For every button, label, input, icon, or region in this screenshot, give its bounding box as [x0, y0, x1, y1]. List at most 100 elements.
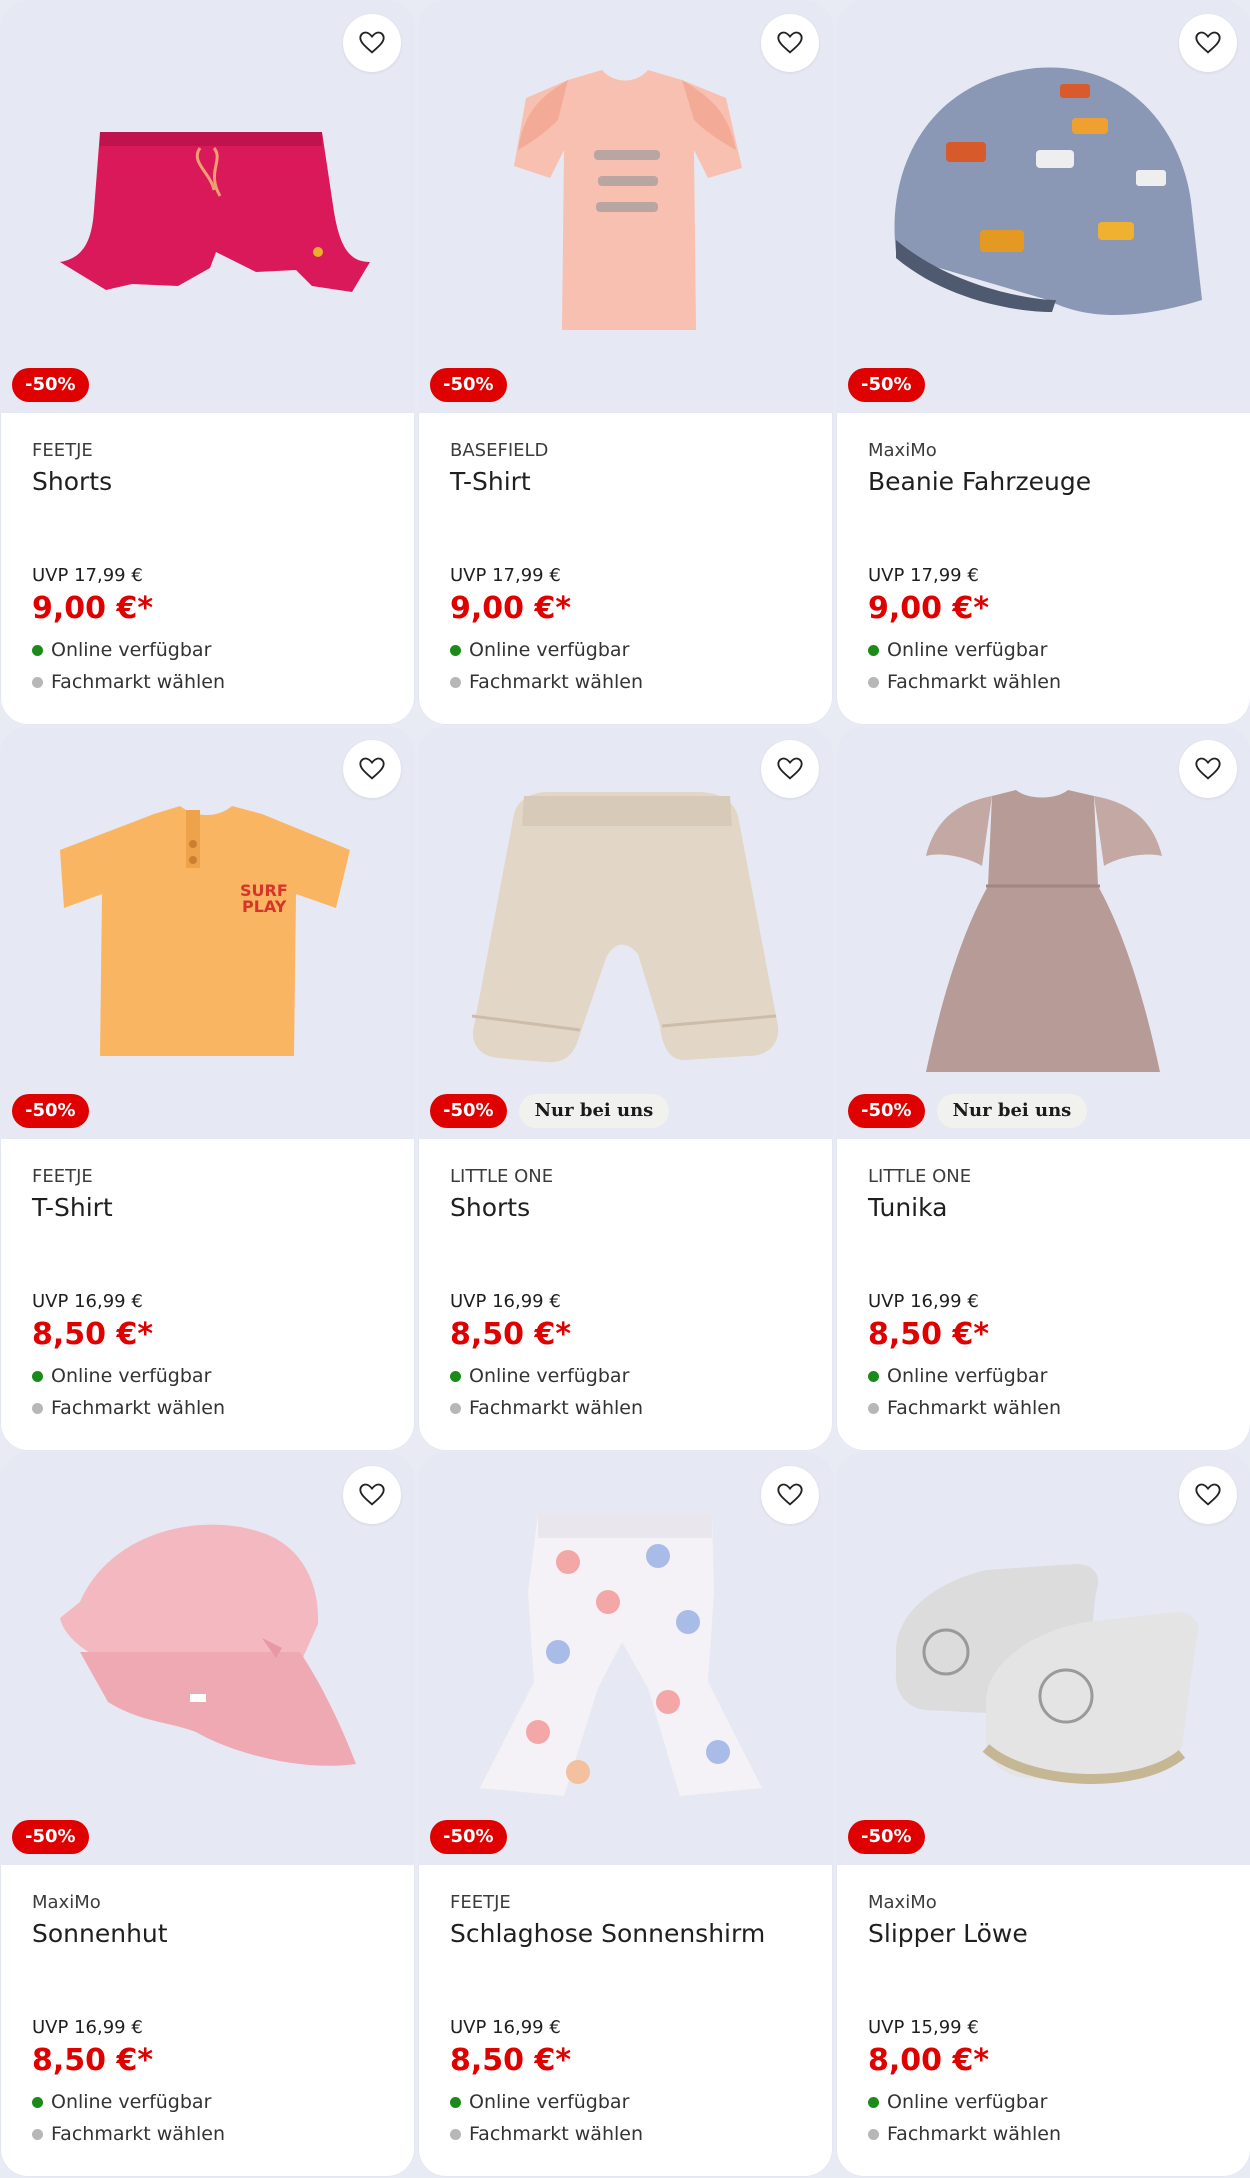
store-select-link[interactable]: Fachmarkt wählen: [32, 2123, 225, 2145]
product-brand: FEETJE: [32, 1166, 93, 1187]
online-availability: Online verfügbar: [868, 639, 1047, 661]
store-select-label[interactable]: Fachmarkt wählen: [469, 2123, 643, 2145]
product-title[interactable]: Shorts: [32, 467, 112, 496]
wishlist-button[interactable]: [761, 740, 819, 798]
product-brand: BASEFIELD: [450, 440, 549, 461]
store-select-label[interactable]: Fachmarkt wählen: [469, 671, 643, 693]
product-uvp: UVP 17,99 €: [32, 565, 143, 586]
store-select-link[interactable]: Fachmarkt wählen: [450, 2123, 643, 2145]
store-select-label[interactable]: Fachmarkt wählen: [469, 1397, 643, 1419]
product-card[interactable]: -50% MaxiMo Slipper Löwe UVP 15,99 € 8,0…: [836, 1452, 1250, 2177]
product-image[interactable]: SURF PLAY -50%: [0, 726, 415, 1139]
heart-outline-icon: [1195, 31, 1221, 54]
green-dot-icon: [868, 2096, 879, 2108]
wishlist-button[interactable]: [1179, 1466, 1237, 1524]
store-select-label[interactable]: Fachmarkt wählen: [51, 1397, 225, 1419]
product-uvp: UVP 17,99 €: [868, 565, 979, 586]
store-select-label[interactable]: Fachmarkt wählen: [51, 2123, 225, 2145]
discount-badge: -50%: [848, 368, 925, 402]
product-uvp: UVP 16,99 €: [32, 1291, 143, 1312]
exclusive-badge: Nur bei uns: [936, 1094, 1088, 1128]
wishlist-button[interactable]: [1179, 740, 1237, 798]
product-title[interactable]: Beanie Fahrzeuge: [868, 467, 1091, 496]
product-price: 9,00 €*: [868, 591, 990, 626]
product-card[interactable]: -50% MaxiMo Sonnenhut UVP 16,99 € 8,50 €…: [0, 1452, 415, 2177]
online-availability-label: Online verfügbar: [887, 639, 1048, 661]
wishlist-button[interactable]: [343, 1466, 401, 1524]
green-dot-icon: [450, 1370, 461, 1382]
store-select-link[interactable]: Fachmarkt wählen: [868, 671, 1061, 693]
online-availability: Online verfügbar: [32, 2091, 211, 2113]
exclusive-badge: Nur bei uns: [518, 1094, 670, 1128]
online-availability-label: Online verfügbar: [887, 2091, 1048, 2113]
product-title[interactable]: Slipper Löwe: [868, 1919, 1028, 1948]
product-image[interactable]: -50%: [836, 0, 1250, 413]
product-price: 8,50 €*: [450, 2043, 572, 2078]
product-brand: FEETJE: [32, 440, 93, 461]
svg-text:PLAY: PLAY: [242, 897, 287, 916]
heart-outline-icon: [359, 1483, 385, 1506]
online-availability-label: Online verfügbar: [469, 639, 630, 661]
heart-outline-icon: [359, 31, 385, 54]
grey-dot-icon: [868, 2128, 879, 2140]
discount-badge: -50%: [12, 368, 89, 402]
online-availability-label: Online verfügbar: [51, 639, 212, 661]
product-brand: MaxiMo: [868, 1892, 937, 1913]
grey-dot-icon: [868, 676, 879, 688]
grey-dot-icon: [32, 676, 43, 688]
product-card[interactable]: -50% MaxiMo Beanie Fahrzeuge UVP 17,99 €…: [836, 0, 1250, 725]
store-select-link[interactable]: Fachmarkt wählen: [32, 1397, 225, 1419]
wishlist-button[interactable]: [1179, 14, 1237, 72]
product-card[interactable]: SURF PLAY -50% FEETJE T-Shirt UVP 16,99 …: [0, 726, 415, 1451]
product-image[interactable]: -50%: [836, 1452, 1250, 1865]
heart-outline-icon: [777, 757, 803, 780]
heart-outline-icon: [777, 1483, 803, 1506]
online-availability-label: Online verfügbar: [51, 2091, 212, 2113]
store-select-link[interactable]: Fachmarkt wählen: [450, 671, 643, 693]
online-availability-label: Online verfügbar: [887, 1365, 1048, 1387]
product-image[interactable]: -50%: [0, 1452, 415, 1865]
product-image[interactable]: -50% Nur bei uns: [836, 726, 1250, 1139]
wishlist-button[interactable]: [761, 1466, 819, 1524]
product-card[interactable]: -50% Nur bei uns LITTLE ONE Shorts UVP 1…: [418, 726, 833, 1451]
product-image[interactable]: -50%: [0, 0, 415, 413]
wishlist-button[interactable]: [761, 14, 819, 72]
heart-outline-icon: [1195, 757, 1221, 780]
product-card[interactable]: -50% FEETJE Schlaghose Sonnenshirm UVP 1…: [418, 1452, 833, 2177]
heart-outline-icon: [1195, 1483, 1221, 1506]
discount-badge: -50%: [12, 1094, 89, 1128]
product-grid: -50% FEETJE Shorts UVP 17,99 € 9,00 €* O…: [0, 0, 1250, 2178]
product-uvp: UVP 17,99 €: [450, 565, 561, 586]
product-title[interactable]: Sonnenhut: [32, 1919, 168, 1948]
store-select-label[interactable]: Fachmarkt wählen: [887, 2123, 1061, 2145]
store-select-link[interactable]: Fachmarkt wählen: [450, 1397, 643, 1419]
product-image[interactable]: -50%: [418, 0, 833, 413]
store-select-label[interactable]: Fachmarkt wählen: [887, 1397, 1061, 1419]
store-select-link[interactable]: Fachmarkt wählen: [868, 1397, 1061, 1419]
product-card[interactable]: -50% BASEFIELD T-Shirt UVP 17,99 € 9,00 …: [418, 0, 833, 725]
product-title[interactable]: T-Shirt: [32, 1193, 113, 1222]
product-card[interactable]: -50% FEETJE Shorts UVP 17,99 € 9,00 €* O…: [0, 0, 415, 725]
product-title[interactable]: Schlaghose Sonnenshirm: [450, 1919, 765, 1948]
product-uvp: UVP 16,99 €: [868, 1291, 979, 1312]
heart-outline-icon: [359, 757, 385, 780]
store-select-label[interactable]: Fachmarkt wählen: [887, 671, 1061, 693]
online-availability-label: Online verfügbar: [51, 1365, 212, 1387]
product-title[interactable]: Shorts: [450, 1193, 530, 1222]
product-uvp: UVP 16,99 €: [32, 2017, 143, 2038]
grey-dot-icon: [450, 1402, 461, 1414]
store-select-link[interactable]: Fachmarkt wählen: [868, 2123, 1061, 2145]
product-title[interactable]: T-Shirt: [450, 467, 531, 496]
store-select-label[interactable]: Fachmarkt wählen: [51, 671, 225, 693]
wishlist-button[interactable]: [343, 740, 401, 798]
product-title[interactable]: Tunika: [868, 1193, 947, 1222]
online-availability: Online verfügbar: [450, 639, 629, 661]
green-dot-icon: [868, 644, 879, 656]
heart-outline-icon: [777, 31, 803, 54]
wishlist-button[interactable]: [343, 14, 401, 72]
product-image[interactable]: -50% Nur bei uns: [418, 726, 833, 1139]
product-card[interactable]: -50% Nur bei uns LITTLE ONE Tunika UVP 1…: [836, 726, 1250, 1451]
discount-badge: -50%: [848, 1820, 925, 1854]
store-select-link[interactable]: Fachmarkt wählen: [32, 671, 225, 693]
product-image[interactable]: -50%: [418, 1452, 833, 1865]
